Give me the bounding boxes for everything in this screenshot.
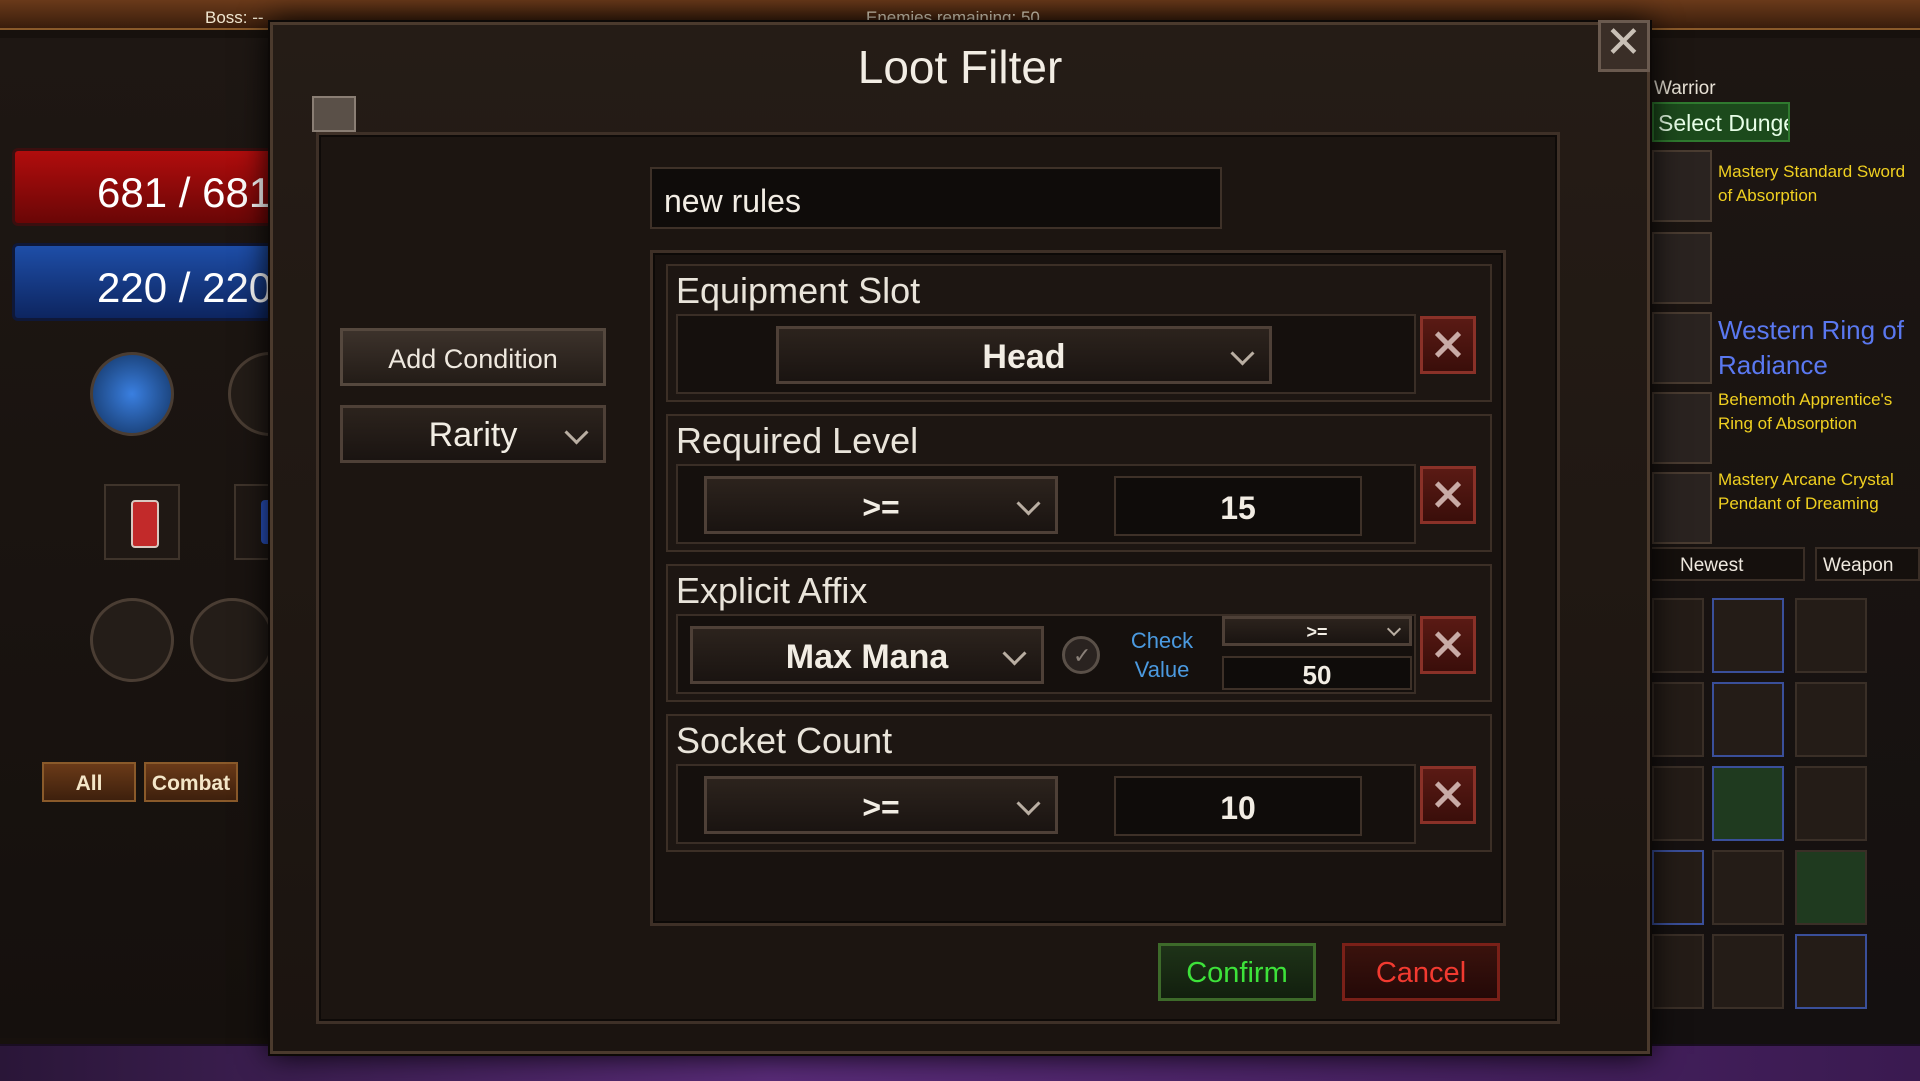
boots-icon[interactable] — [1712, 598, 1784, 673]
chevron-down-icon — [564, 420, 589, 445]
operator-value: >= — [862, 789, 900, 825]
condition-title: Explicit Affix — [676, 570, 868, 611]
spear-icon[interactable] — [1795, 682, 1867, 757]
chevron-down-icon — [1016, 791, 1041, 816]
tab-all[interactable]: All — [42, 762, 136, 802]
close-icon: ✕ — [1605, 18, 1642, 67]
condition-type-value: Rarity — [428, 416, 518, 454]
socket-value-input[interactable]: 10 — [1114, 776, 1362, 836]
class-label: Warrior — [1654, 78, 1716, 99]
condition-body: Head — [676, 314, 1416, 394]
item-name[interactable]: Mastery Arcane Crystal Pendant of Dreami… — [1718, 468, 1918, 516]
sort-select[interactable]: Newest — [1650, 547, 1805, 581]
close-button[interactable]: ✕ — [1598, 18, 1650, 72]
operator-value: >= — [862, 489, 900, 525]
condition-body: >= 10 — [676, 764, 1416, 844]
boss-label: Boss: -- — [205, 8, 264, 27]
skill-orb-icon[interactable] — [90, 352, 174, 436]
chevron-down-icon — [1230, 341, 1255, 366]
empty-item-slot-icon[interactable] — [1652, 232, 1712, 304]
equipment-slot-value: Head — [982, 338, 1066, 376]
sort-select-value: Newest — [1680, 555, 1744, 576]
remove-condition-button[interactable] — [1420, 466, 1476, 524]
confirm-button[interactable]: Confirm — [1158, 943, 1316, 1001]
belt-icon[interactable] — [1795, 934, 1867, 1009]
pendant-icon[interactable] — [1652, 472, 1712, 544]
affix-value-input[interactable]: 50 — [1222, 656, 1412, 690]
condition-type-select[interactable]: Rarity — [340, 405, 606, 463]
check-value-label: Check Value — [1130, 628, 1194, 682]
check-value-checkbox[interactable]: ✓ — [1062, 636, 1100, 674]
chevron-down-icon — [1016, 491, 1041, 516]
select-dungeon-button[interactable]: Select Dungeon — [1652, 102, 1790, 142]
add-condition-button[interactable]: Add Condition — [340, 328, 606, 386]
affix-operator-select[interactable]: >= — [1222, 616, 1412, 646]
affix-value: Max Mana — [785, 638, 949, 676]
item-name[interactable]: Behemoth Apprentice's Ring of Absorption — [1718, 388, 1918, 436]
condition-equipment-slot: Equipment Slot Head — [666, 264, 1492, 402]
condition-body: >= 15 — [676, 464, 1416, 544]
chevron-down-icon — [1002, 641, 1027, 666]
condition-title: Equipment Slot — [676, 270, 921, 311]
staff-icon[interactable] — [1795, 598, 1867, 673]
equipment-slot-select[interactable]: Head — [776, 326, 1272, 384]
condition-socket-count: Socket Count >= 10 — [666, 714, 1492, 852]
mana-bar: 220 / 220 — [12, 243, 277, 321]
inventory-item-icon[interactable] — [1652, 766, 1704, 841]
condition-title: Required Level — [676, 420, 919, 461]
rename-icon[interactable] — [312, 96, 356, 132]
type-select[interactable]: Weapon — [1815, 547, 1920, 581]
item-name[interactable]: Western Ring of Radiance — [1718, 313, 1918, 383]
inventory-item-icon[interactable] — [1652, 598, 1704, 673]
inventory-item-icon[interactable] — [1652, 934, 1704, 1009]
ring-icon[interactable] — [1652, 392, 1712, 464]
checkmark-icon: ✓ — [1073, 643, 1092, 668]
tab-combat[interactable]: Combat — [144, 762, 238, 802]
health-potion-icon[interactable] — [104, 484, 180, 560]
sword-icon[interactable] — [1712, 934, 1784, 1009]
remove-condition-button[interactable] — [1420, 766, 1476, 824]
health-bar: 681 / 681 — [12, 148, 277, 226]
axe-icon[interactable] — [1795, 766, 1867, 841]
condition-title: Socket Count — [676, 720, 893, 761]
sword-icon[interactable] — [1652, 150, 1712, 222]
inventory-item-icon[interactable] — [1652, 682, 1704, 757]
level-value-input[interactable]: 15 — [1114, 476, 1362, 536]
rule-name-input[interactable]: new rules — [650, 167, 1222, 229]
rune-slot-icon[interactable] — [90, 598, 174, 682]
chevron-down-icon — [1386, 621, 1402, 637]
condition-required-level: Required Level >= 15 — [666, 414, 1492, 552]
wand-icon[interactable] — [1712, 850, 1784, 925]
affix-operator-value: >= — [1306, 622, 1328, 642]
mask-icon[interactable] — [1795, 850, 1867, 925]
mask-icon[interactable] — [1712, 766, 1784, 841]
operator-select[interactable]: >= — [704, 776, 1058, 834]
cancel-button[interactable]: Cancel — [1342, 943, 1500, 1001]
ring-icon[interactable] — [1652, 312, 1712, 384]
axe-icon[interactable] — [1712, 682, 1784, 757]
remove-condition-button[interactable] — [1420, 616, 1476, 674]
remove-condition-button[interactable] — [1420, 316, 1476, 374]
rune-slot-icon[interactable] — [190, 598, 274, 682]
condition-body: Max Mana ✓ Check Value >= 50 — [676, 614, 1416, 694]
affix-select[interactable]: Max Mana — [690, 626, 1044, 684]
inventory-item-icon[interactable] — [1652, 850, 1704, 925]
condition-explicit-affix: Explicit Affix Max Mana ✓ Check Value >=… — [666, 564, 1492, 702]
dialog-title: Loot Filter — [857, 41, 1063, 93]
item-name[interactable]: Mastery Standard Sword of Absorption — [1718, 160, 1918, 208]
operator-select[interactable]: >= — [704, 476, 1058, 534]
type-select-value: Weapon — [1823, 555, 1894, 576]
